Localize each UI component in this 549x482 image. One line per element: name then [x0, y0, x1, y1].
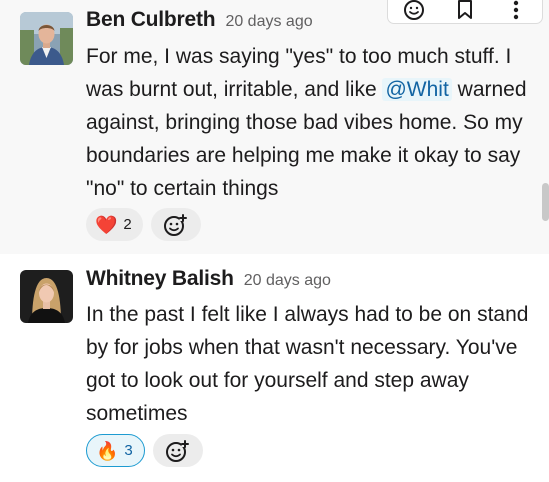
- reaction-count: 2: [123, 216, 132, 233]
- message-text: For me, I was saying "yes" to too much s…: [86, 40, 541, 205]
- add-reaction-icon: [163, 213, 187, 236]
- avatar[interactable]: [20, 12, 73, 65]
- save-for-later-button[interactable]: [450, 0, 480, 22]
- more-actions-icon: [514, 0, 519, 20]
- bookmark-icon: [457, 0, 472, 19]
- avatar-photo-whitney: [20, 270, 73, 323]
- reaction-bar: ❤️ 2: [86, 208, 201, 241]
- author-name[interactable]: Ben Culbreth: [86, 8, 216, 32]
- reaction-count: 3: [124, 442, 133, 459]
- message-ben-culbreth[interactable]: Ben Culbreth 20 days ago For me, I was s…: [0, 0, 549, 254]
- message-header: Ben Culbreth 20 days ago: [86, 8, 313, 32]
- avatar[interactable]: [20, 270, 73, 323]
- message-whitney-balish[interactable]: Whitney Balish 20 days ago In the past I…: [0, 254, 549, 482]
- add-reaction-button[interactable]: [150, 208, 201, 241]
- author-name[interactable]: Whitney Balish: [86, 267, 234, 291]
- reaction-heart[interactable]: ❤️ 2: [86, 208, 143, 241]
- emoji-reaction-icon: [403, 0, 424, 20]
- add-reaction-button[interactable]: [152, 434, 203, 467]
- more-actions-button[interactable]: [501, 0, 531, 22]
- scrollbar-thumb[interactable]: [542, 183, 549, 221]
- fire-icon: 🔥: [96, 440, 119, 461]
- reaction-bar: 🔥 3: [86, 434, 203, 467]
- avatar-photo-ben: [20, 12, 73, 65]
- message-actions-toolbar: [387, 0, 543, 24]
- add-reaction-toolbar-button[interactable]: [399, 0, 429, 22]
- user-mention[interactable]: @Whit: [382, 78, 452, 101]
- timestamp[interactable]: 20 days ago: [244, 272, 331, 290]
- message-header: Whitney Balish 20 days ago: [86, 267, 331, 291]
- timestamp[interactable]: 20 days ago: [225, 13, 312, 31]
- add-reaction-icon: [165, 439, 189, 462]
- red-heart-icon: ❤️: [95, 214, 118, 235]
- reaction-fire[interactable]: 🔥 3: [86, 434, 145, 467]
- message-text: In the past I felt like I always had to …: [86, 303, 529, 425]
